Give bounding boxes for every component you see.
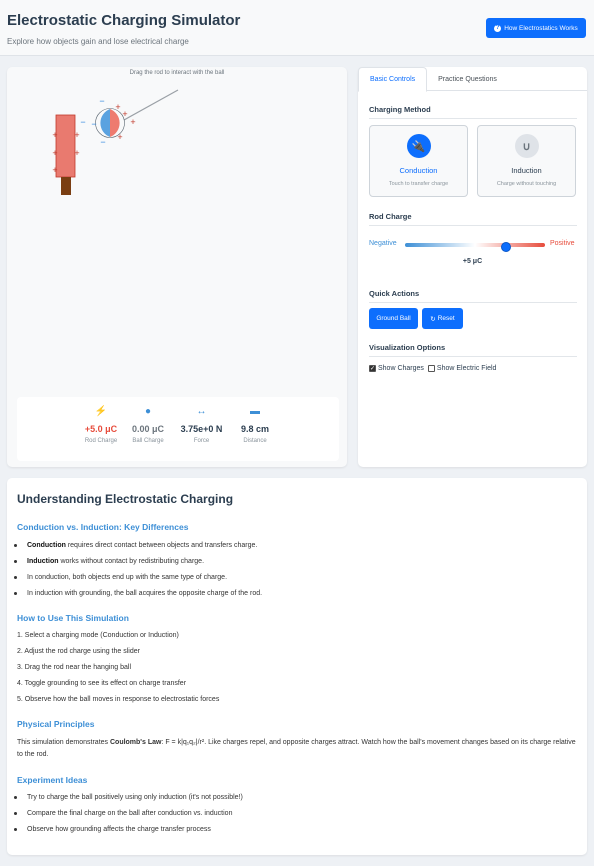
magnet-icon: ∪ bbox=[514, 134, 539, 158]
ball-negative-half[interactable] bbox=[100, 109, 110, 137]
rod-charge-sign: + bbox=[52, 130, 57, 140]
positive-label: Positive bbox=[550, 240, 575, 247]
section-title: Experiment Ideas bbox=[17, 775, 88, 785]
stat-rod-charge: ⚡ +5.0 μC Rod Charge bbox=[78, 397, 125, 461]
list-item: Try to charge the ball positively using … bbox=[14, 794, 243, 801]
info-panel: Understanding Electrostatic Charging Con… bbox=[7, 478, 587, 855]
divider bbox=[369, 118, 577, 119]
ball-string bbox=[123, 89, 179, 121]
method-desc: Charge without touching bbox=[496, 181, 557, 187]
reset-icon: ↻ bbox=[430, 315, 436, 323]
list-item: 3. Drag the rod near the hanging ball bbox=[17, 664, 132, 671]
page-subtitle: Explore how objects gain and lose electr… bbox=[7, 37, 189, 46]
list-item: In conduction, both objects end up with … bbox=[14, 574, 227, 581]
rod-charge-sign: + bbox=[74, 148, 79, 158]
simulation-canvas[interactable]: + ++ ++ −− −−++++ bbox=[7, 67, 347, 397]
ball-positive-sign: + bbox=[122, 109, 127, 119]
ball-positive-sign: + bbox=[115, 102, 120, 112]
stats-bar: ⚡ +5.0 μC Rod Charge ● 0.00 μC Ball Char… bbox=[17, 397, 339, 461]
rod-charge-sign: + bbox=[74, 130, 79, 140]
show-charges-label: Show Charges bbox=[378, 365, 424, 372]
info-title: Understanding Electrostatic Charging bbox=[17, 492, 234, 506]
rod-charge-title: Rod Charge bbox=[369, 212, 412, 221]
stat-value: +5.0 μC bbox=[84, 424, 118, 434]
list-item: Observe how grounding affects the charge… bbox=[14, 826, 211, 833]
induction-method-card[interactable]: ∪ Induction Charge without touching bbox=[477, 125, 576, 197]
stat-value: 9.8 cm bbox=[240, 424, 270, 434]
stat-label: Force bbox=[193, 438, 210, 444]
section-title: Conduction vs. Induction: Key Difference… bbox=[17, 522, 189, 532]
stat-label: Distance bbox=[243, 438, 267, 444]
charged-rod[interactable] bbox=[55, 114, 76, 195]
divider bbox=[369, 302, 577, 303]
list-item: Conduction requires direct contact betwe… bbox=[14, 542, 257, 549]
stat-label: Ball Charge bbox=[132, 438, 164, 444]
quick-actions-title: Quick Actions bbox=[369, 289, 420, 298]
reset-label: Reset bbox=[437, 315, 455, 322]
tab-bar: Basic Controls Practice Questions bbox=[358, 67, 587, 92]
simulation-panel: + + + + + − − − − + + + + Drag the rod to interact … bbox=[7, 67, 347, 467]
rod-charge-sign: + bbox=[52, 165, 57, 175]
slider-thumb[interactable] bbox=[500, 242, 511, 252]
ball-positive-sign: + bbox=[117, 132, 122, 142]
show-field-checkbox[interactable] bbox=[427, 365, 435, 372]
drag-hint: Drag the rod to interact with the ball bbox=[129, 70, 225, 76]
stat-value: 0.00 μC bbox=[131, 424, 165, 434]
arrows-horizontal-icon: ↔ bbox=[196, 406, 207, 417]
reset-button[interactable]: ↻ Reset bbox=[422, 308, 463, 329]
ball-icon: ● bbox=[144, 406, 152, 417]
stat-force: ↔ 3.75e+0 N Force bbox=[172, 397, 232, 461]
list-item: 1. Select a charging mode (Conduction or… bbox=[17, 632, 179, 639]
tab-practice-questions[interactable]: Practice Questions bbox=[427, 67, 508, 91]
list-item: Induction works without contact by redis… bbox=[14, 558, 204, 565]
page-title: Electrostatic Charging Simulator bbox=[7, 12, 241, 29]
section-title: Physical Principles bbox=[17, 719, 95, 729]
ball-negative-sign: − bbox=[99, 96, 104, 106]
method-name: Induction bbox=[511, 166, 542, 175]
rod-handle[interactable] bbox=[61, 177, 71, 195]
how-electrostatics-works-button[interactable]: ? How Electrostatics Works bbox=[486, 18, 586, 38]
show-field-label: Show Electric Field bbox=[436, 365, 497, 372]
show-charges-checkbox[interactable]: ✓ bbox=[369, 365, 376, 372]
section-title: How to Use This Simulation bbox=[17, 613, 129, 623]
rod-charge-sign: + bbox=[52, 148, 57, 158]
method-name: Conduction bbox=[399, 166, 438, 175]
physical-principles-text: This simulation demonstrates Coulomb's L… bbox=[17, 739, 576, 758]
rod-body[interactable] bbox=[55, 114, 76, 178]
stat-ball-charge: ● 0.00 μC Ball Charge bbox=[125, 397, 172, 461]
charging-method-title: Charging Method bbox=[369, 105, 431, 114]
negative-label: Negative bbox=[369, 240, 397, 247]
ball-positive-sign: + bbox=[130, 117, 135, 127]
info-icon: ? bbox=[494, 24, 502, 32]
controls-panel: Basic Controls Practice Questions Chargi… bbox=[358, 67, 587, 467]
visualization-options: ✓ Show Charges Show Electric Field bbox=[369, 365, 496, 372]
how-button-label: How Electrostatics Works bbox=[504, 24, 578, 32]
ground-ball-button[interactable]: Ground Ball bbox=[369, 308, 418, 329]
conduction-method-card[interactable]: 🔌 Conduction Touch to transfer charge bbox=[369, 125, 468, 197]
lightning-icon: ⚡ bbox=[94, 406, 108, 417]
tab-basic-controls[interactable]: Basic Controls bbox=[358, 67, 428, 92]
list-item: Compare the final charge on the ball aft… bbox=[14, 810, 232, 817]
stat-label: Rod Charge bbox=[84, 438, 118, 444]
ball-negative-sign: − bbox=[80, 117, 85, 127]
rod-charge-slider[interactable] bbox=[405, 242, 545, 252]
stat-distance: ▬ 9.8 cm Distance bbox=[232, 397, 279, 461]
list-item: 2. Adjust the rod charge using the slide… bbox=[17, 648, 140, 655]
visualization-options-title: Visualization Options bbox=[369, 343, 446, 352]
rod-charge-value: +5 μC bbox=[462, 258, 483, 265]
list-item: 5. Observe how the ball moves in respons… bbox=[17, 696, 220, 703]
rod-charge-slider-row: Negative Positive bbox=[369, 240, 577, 252]
divider bbox=[369, 356, 577, 357]
ball-negative-sign: − bbox=[100, 137, 105, 147]
list-item: In induction with grounding, the ball ac… bbox=[14, 590, 262, 597]
method-desc: Touch to transfer charge bbox=[388, 181, 449, 187]
plug-icon: 🔌 bbox=[406, 134, 431, 158]
ground-ball-label: Ground Ball bbox=[376, 315, 411, 322]
page-header: Electrostatic Charging Simulator Explore… bbox=[0, 0, 594, 56]
divider bbox=[369, 225, 577, 226]
ball-negative-sign: − bbox=[91, 119, 96, 129]
stat-value: 3.75e+0 N bbox=[180, 424, 223, 434]
list-item: 4. Toggle grounding to see its effect on… bbox=[17, 680, 187, 687]
ruler-icon: ▬ bbox=[250, 406, 260, 417]
